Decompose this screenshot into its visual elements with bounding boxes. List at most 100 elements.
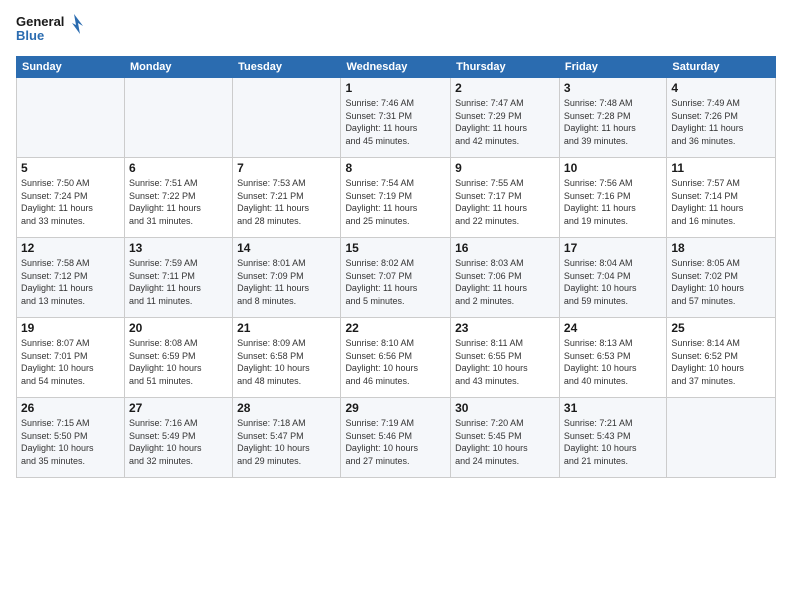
day-info: Sunrise: 7:53 AM Sunset: 7:21 PM Dayligh… bbox=[237, 177, 336, 227]
calendar-cell: 8 Sunrise: 7:54 AM Sunset: 7:19 PM Daylig… bbox=[341, 158, 451, 238]
day-info: Sunrise: 8:01 AM Sunset: 7:09 PM Dayligh… bbox=[237, 257, 336, 307]
calendar-cell: 5Sunrise: 7:50 AM Sunset: 7:24 PM Daylig… bbox=[17, 158, 125, 238]
day-info: Sunrise: 7:58 AM Sunset: 7:12 PM Dayligh… bbox=[21, 257, 120, 307]
weekday-header: Friday bbox=[559, 57, 666, 78]
day-info: Sunrise: 7:49 AM Sunset: 7:26 PM Dayligh… bbox=[671, 97, 771, 147]
calendar-cell: 1 Sunrise: 7:46 AM Sunset: 7:31 PM Daylig… bbox=[341, 78, 451, 158]
day-number: 6 bbox=[129, 161, 228, 175]
calendar-cell: 31 Sunrise: 7:21 AM Sunset: 5:43 PM Dayli… bbox=[559, 398, 666, 478]
day-info: Sunrise: 7:57 AM Sunset: 7:14 PM Dayligh… bbox=[671, 177, 771, 227]
day-number: 16 bbox=[455, 241, 555, 255]
day-info: Sunrise: 8:11 AM Sunset: 6:55 PM Dayligh… bbox=[455, 337, 555, 387]
day-info: Sunrise: 7:16 AM Sunset: 5:49 PM Dayligh… bbox=[129, 417, 228, 467]
calendar-cell: 9Sunrise: 7:55 AM Sunset: 7:17 PM Daylig… bbox=[451, 158, 560, 238]
calendar-header-row: SundayMondayTuesdayWednesdayThursdayFrid… bbox=[17, 57, 776, 78]
day-info: Sunrise: 7:20 AM Sunset: 5:45 PM Dayligh… bbox=[455, 417, 555, 467]
day-number: 4 bbox=[671, 81, 771, 95]
calendar-cell: 10Sunrise: 7:56 AM Sunset: 7:16 PM Dayli… bbox=[559, 158, 666, 238]
day-info: Sunrise: 8:10 AM Sunset: 6:56 PM Dayligh… bbox=[345, 337, 446, 387]
calendar-cell: 20 Sunrise: 8:08 AM Sunset: 6:59 PM Dayli… bbox=[124, 318, 232, 398]
calendar-cell bbox=[124, 78, 232, 158]
day-number: 26 bbox=[21, 401, 120, 415]
day-info: Sunrise: 8:14 AM Sunset: 6:52 PM Dayligh… bbox=[671, 337, 771, 387]
day-number: 14 bbox=[237, 241, 336, 255]
calendar-page: General Blue SundayMondayTuesdayWednesda… bbox=[0, 0, 792, 612]
calendar-cell: 2 Sunrise: 7:47 AM Sunset: 7:29 PM Daylig… bbox=[451, 78, 560, 158]
calendar-cell: 27 Sunrise: 7:16 AM Sunset: 5:49 PM Dayli… bbox=[124, 398, 232, 478]
day-info: Sunrise: 8:13 AM Sunset: 6:53 PM Dayligh… bbox=[564, 337, 662, 387]
calendar-cell bbox=[233, 78, 341, 158]
day-info: Sunrise: 7:15 AM Sunset: 5:50 PM Dayligh… bbox=[21, 417, 120, 467]
calendar-cell: 22 Sunrise: 8:10 AM Sunset: 6:56 PM Dayli… bbox=[341, 318, 451, 398]
day-info: Sunrise: 8:08 AM Sunset: 6:59 PM Dayligh… bbox=[129, 337, 228, 387]
calendar-cell: 30 Sunrise: 7:20 AM Sunset: 5:45 PM Dayli… bbox=[451, 398, 560, 478]
calendar-cell: 6Sunrise: 7:51 AM Sunset: 7:22 PM Daylig… bbox=[124, 158, 232, 238]
day-number: 21 bbox=[237, 321, 336, 335]
day-info: Sunrise: 8:02 AM Sunset: 7:07 PM Dayligh… bbox=[345, 257, 446, 307]
day-number: 17 bbox=[564, 241, 662, 255]
calendar-week-row: 5Sunrise: 7:50 AM Sunset: 7:24 PM Daylig… bbox=[17, 158, 776, 238]
day-info: Sunrise: 7:19 AM Sunset: 5:46 PM Dayligh… bbox=[345, 417, 446, 467]
day-info: Sunrise: 7:56 AM Sunset: 7:16 PM Dayligh… bbox=[564, 177, 662, 227]
day-number: 22 bbox=[345, 321, 446, 335]
day-info: Sunrise: 7:48 AM Sunset: 7:28 PM Dayligh… bbox=[564, 97, 662, 147]
calendar-cell: 7Sunrise: 7:53 AM Sunset: 7:21 PM Daylig… bbox=[233, 158, 341, 238]
calendar-cell: 23 Sunrise: 8:11 AM Sunset: 6:55 PM Dayli… bbox=[451, 318, 560, 398]
day-info: Sunrise: 7:21 AM Sunset: 5:43 PM Dayligh… bbox=[564, 417, 662, 467]
day-number: 11 bbox=[671, 161, 771, 175]
day-number: 2 bbox=[455, 81, 555, 95]
day-info: Sunrise: 8:07 AM Sunset: 7:01 PM Dayligh… bbox=[21, 337, 120, 387]
day-info: Sunrise: 8:05 AM Sunset: 7:02 PM Dayligh… bbox=[671, 257, 771, 307]
calendar-cell: 4 Sunrise: 7:49 AM Sunset: 7:26 PM Daylig… bbox=[667, 78, 776, 158]
day-info: Sunrise: 7:55 AM Sunset: 7:17 PM Dayligh… bbox=[455, 177, 555, 227]
day-info: Sunrise: 7:47 AM Sunset: 7:29 PM Dayligh… bbox=[455, 97, 555, 147]
weekday-header: Monday bbox=[124, 57, 232, 78]
calendar-cell: 14 Sunrise: 8:01 AM Sunset: 7:09 PM Dayli… bbox=[233, 238, 341, 318]
day-number: 25 bbox=[671, 321, 771, 335]
weekday-header: Tuesday bbox=[233, 57, 341, 78]
calendar-cell: 18 Sunrise: 8:05 AM Sunset: 7:02 PM Dayli… bbox=[667, 238, 776, 318]
weekday-header: Sunday bbox=[17, 57, 125, 78]
day-number: 8 bbox=[345, 161, 446, 175]
calendar-cell: 26 Sunrise: 7:15 AM Sunset: 5:50 PM Dayli… bbox=[17, 398, 125, 478]
day-number: 30 bbox=[455, 401, 555, 415]
svg-text:Blue: Blue bbox=[16, 28, 44, 43]
weekday-header: Wednesday bbox=[341, 57, 451, 78]
logo: General Blue bbox=[16, 12, 86, 48]
logo-svg: General Blue bbox=[16, 12, 86, 48]
day-number: 5 bbox=[21, 161, 120, 175]
day-number: 12 bbox=[21, 241, 120, 255]
calendar-table: SundayMondayTuesdayWednesdayThursdayFrid… bbox=[16, 56, 776, 478]
day-number: 15 bbox=[345, 241, 446, 255]
header: General Blue bbox=[16, 12, 776, 48]
day-number: 27 bbox=[129, 401, 228, 415]
day-number: 18 bbox=[671, 241, 771, 255]
day-number: 19 bbox=[21, 321, 120, 335]
day-number: 31 bbox=[564, 401, 662, 415]
day-info: Sunrise: 8:09 AM Sunset: 6:58 PM Dayligh… bbox=[237, 337, 336, 387]
calendar-cell: 11 Sunrise: 7:57 AM Sunset: 7:14 PM Dayli… bbox=[667, 158, 776, 238]
day-number: 3 bbox=[564, 81, 662, 95]
day-number: 28 bbox=[237, 401, 336, 415]
day-info: Sunrise: 7:54 AM Sunset: 7:19 PM Dayligh… bbox=[345, 177, 446, 227]
weekday-header: Thursday bbox=[451, 57, 560, 78]
day-number: 20 bbox=[129, 321, 228, 335]
calendar-cell: 24Sunrise: 8:13 AM Sunset: 6:53 PM Dayli… bbox=[559, 318, 666, 398]
calendar-cell: 28Sunrise: 7:18 AM Sunset: 5:47 PM Dayli… bbox=[233, 398, 341, 478]
calendar-cell: 25 Sunrise: 8:14 AM Sunset: 6:52 PM Dayli… bbox=[667, 318, 776, 398]
calendar-cell: 15 Sunrise: 8:02 AM Sunset: 7:07 PM Dayli… bbox=[341, 238, 451, 318]
day-info: Sunrise: 7:46 AM Sunset: 7:31 PM Dayligh… bbox=[345, 97, 446, 147]
calendar-week-row: 1 Sunrise: 7:46 AM Sunset: 7:31 PM Daylig… bbox=[17, 78, 776, 158]
calendar-cell bbox=[17, 78, 125, 158]
calendar-week-row: 12 Sunrise: 7:58 AM Sunset: 7:12 PM Dayli… bbox=[17, 238, 776, 318]
calendar-cell: 19 Sunrise: 8:07 AM Sunset: 7:01 PM Dayli… bbox=[17, 318, 125, 398]
day-number: 1 bbox=[345, 81, 446, 95]
svg-text:General: General bbox=[16, 14, 64, 29]
calendar-cell: 3 Sunrise: 7:48 AM Sunset: 7:28 PM Daylig… bbox=[559, 78, 666, 158]
calendar-cell: 13Sunrise: 7:59 AM Sunset: 7:11 PM Dayli… bbox=[124, 238, 232, 318]
day-number: 23 bbox=[455, 321, 555, 335]
calendar-cell: 16Sunrise: 8:03 AM Sunset: 7:06 PM Dayli… bbox=[451, 238, 560, 318]
calendar-cell: 21 Sunrise: 8:09 AM Sunset: 6:58 PM Dayli… bbox=[233, 318, 341, 398]
calendar-week-row: 26 Sunrise: 7:15 AM Sunset: 5:50 PM Dayli… bbox=[17, 398, 776, 478]
day-info: Sunrise: 8:04 AM Sunset: 7:04 PM Dayligh… bbox=[564, 257, 662, 307]
